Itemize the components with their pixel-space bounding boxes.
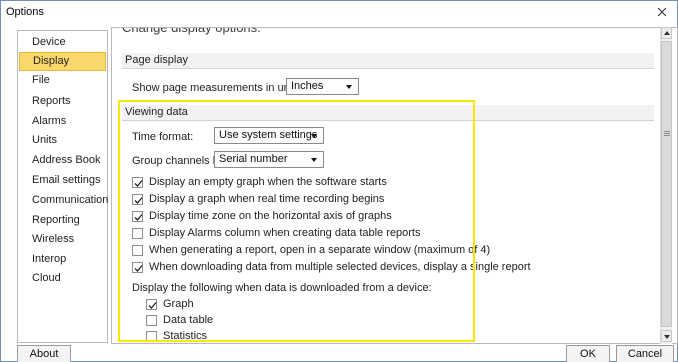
- checkbox-box[interactable]: [132, 211, 143, 222]
- scroll-up-button[interactable]: [661, 27, 672, 39]
- sidebar-item-email-settings[interactable]: Email settings: [18, 171, 107, 190]
- options-dialog: Options Device Display File Reports Alar…: [0, 0, 678, 362]
- units-dropdown[interactable]: Inches: [286, 78, 359, 95]
- checkbox-box[interactable]: [132, 194, 143, 205]
- sidebar-item-address-book[interactable]: Address Book: [18, 151, 107, 170]
- group-by-dropdown-value: Serial number: [219, 153, 288, 165]
- sidebar-item-wireless[interactable]: Wireless: [18, 230, 107, 249]
- section-header-page-display: Page display: [122, 53, 654, 69]
- arrow-down-icon: [664, 335, 670, 339]
- sidebar-item-label: Reporting: [32, 214, 80, 226]
- sidebar-item-reporting[interactable]: Reporting: [18, 211, 107, 230]
- checkbox-label: Statistics: [163, 330, 208, 342]
- chevron-down-icon: [311, 158, 317, 162]
- checkbox-label: Display an empty graph when the software…: [149, 176, 387, 188]
- sidebar-item-label: Reports: [32, 95, 71, 107]
- time-format-label: Time format:: [132, 131, 194, 143]
- checkbox-box[interactable]: [146, 299, 157, 310]
- grip-line: [664, 135, 670, 136]
- checkbox-box[interactable]: [132, 262, 143, 273]
- cancel-button[interactable]: Cancel: [616, 345, 674, 362]
- sidebar-item-label: Wireless: [32, 233, 75, 245]
- scroll-down-button[interactable]: [661, 330, 672, 342]
- sidebar-item-label: Communication: [32, 194, 109, 206]
- ok-button[interactable]: OK: [566, 345, 610, 362]
- sidebar-item-device[interactable]: Device: [18, 33, 107, 52]
- scrollbar-thumb[interactable]: [661, 41, 672, 327]
- units-dropdown-value: Inches: [291, 80, 324, 92]
- panel-heading: Change display options:: [122, 27, 261, 35]
- vertical-scrollbar[interactable]: [660, 27, 672, 344]
- sidebar-item-label: File: [32, 74, 50, 86]
- sidebar-item-units[interactable]: Units: [18, 131, 107, 150]
- sidebar-item-label: Device: [32, 36, 66, 48]
- checkbox-label: When generating a report, open in a sepa…: [149, 244, 491, 256]
- sidebar-item-display[interactable]: Display: [19, 52, 106, 71]
- sidebar-item-label: Cloud: [32, 272, 61, 284]
- time-format-dropdown-value: Use system settings: [219, 129, 318, 141]
- time-format-dropdown[interactable]: Use system settings: [214, 127, 324, 144]
- checkbox-label: Display a graph when real time recording…: [149, 193, 385, 205]
- grip-line: [664, 133, 670, 134]
- sidebar-item-reports[interactable]: Reports: [18, 92, 107, 111]
- sidebar-item-label: Address Book: [32, 154, 101, 166]
- checkbox-label: Display Alarms column when creating data…: [149, 227, 421, 239]
- arrow-up-icon: [664, 31, 670, 35]
- close-icon[interactable]: [654, 4, 670, 20]
- checkbox-box[interactable]: [146, 331, 157, 342]
- checkbox-box[interactable]: [132, 245, 143, 256]
- checkbox-box[interactable]: [146, 315, 157, 326]
- chevron-down-icon: [346, 85, 352, 89]
- category-list: Device Display File Reports Alarms Units…: [17, 30, 108, 343]
- section-header-viewing-data: Viewing data: [122, 105, 654, 121]
- sidebar-item-communication[interactable]: Communication: [18, 191, 109, 210]
- window-title: Options: [6, 6, 44, 18]
- sidebar-item-label: Units: [32, 134, 58, 146]
- sidebar-item-interop[interactable]: Interop: [18, 250, 107, 269]
- sidebar-item-label: Alarms: [32, 115, 67, 127]
- sidebar-item-cloud[interactable]: Cloud: [18, 269, 107, 288]
- chevron-down-icon: [311, 134, 317, 138]
- checkbox-label: Graph: [163, 298, 194, 310]
- checkbox-label: Data table: [163, 314, 214, 326]
- sidebar-item-file[interactable]: File: [18, 71, 107, 90]
- checkbox-label: Display time zone on the horizontal axis…: [149, 210, 392, 222]
- title-bar: Options: [2, 2, 676, 24]
- sidebar-item-label: Email settings: [32, 174, 101, 186]
- about-button[interactable]: About: [17, 345, 71, 362]
- grip-line: [664, 131, 670, 132]
- sidebar-item-label: Display: [33, 55, 70, 67]
- checkbox-label: When downloading data from multiple sele…: [149, 261, 531, 273]
- display-settings-panel: Change display options: Page display Sho…: [111, 27, 678, 344]
- group-by-dropdown[interactable]: Serial number: [214, 151, 324, 168]
- checkbox-box[interactable]: [132, 228, 143, 239]
- checkbox-box[interactable]: [132, 177, 143, 188]
- download-options-label: Display the following when data is downl…: [132, 282, 432, 294]
- sidebar-item-label: Interop: [32, 253, 67, 265]
- sidebar-item-alarms[interactable]: Alarms: [18, 112, 107, 131]
